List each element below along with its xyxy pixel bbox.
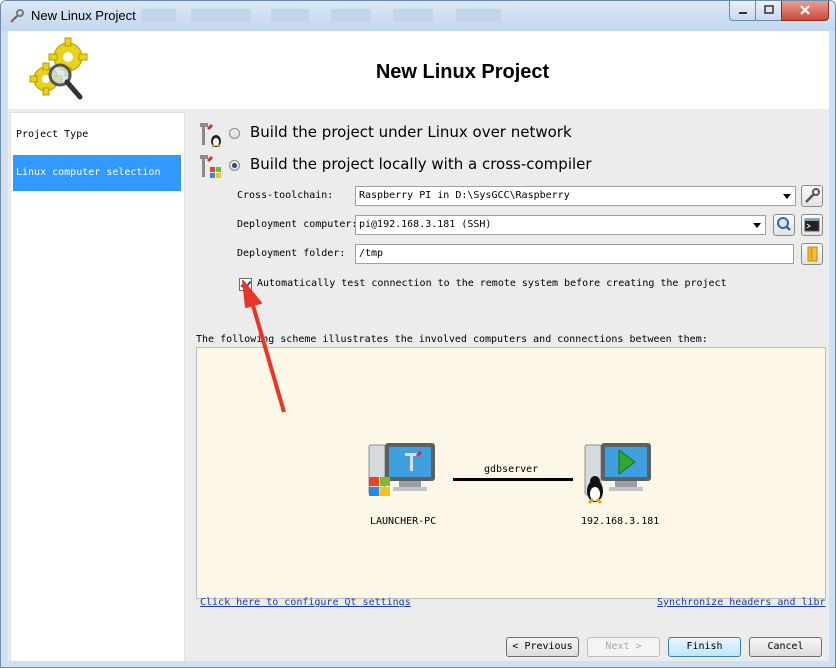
annotation-arrow xyxy=(242,280,286,413)
